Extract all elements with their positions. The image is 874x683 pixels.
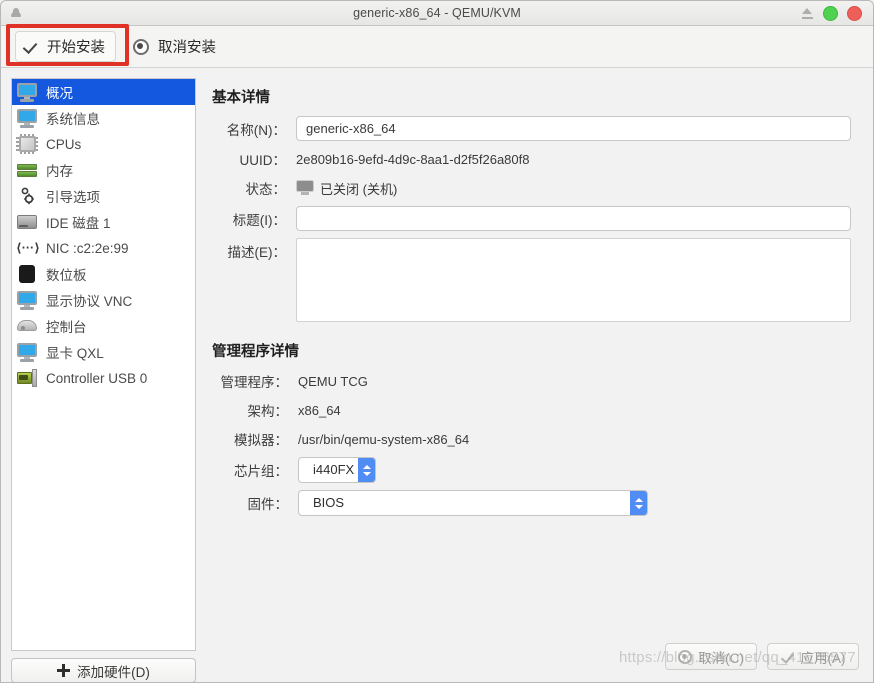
eject-icon[interactable]	[801, 7, 814, 19]
sidebar-item-label: IDE 磁盘 1	[46, 216, 111, 231]
monitor-icon	[16, 290, 38, 310]
dialog-footer: 取消(C) 应用(A)	[1, 639, 873, 682]
window-body: 概况 系统信息 CPUs 内存 引导选项 IDE 磁盘 1 ⟨···⟩ NIC …	[1, 68, 873, 682]
window-title: generic-x86_64 - QEMU/KVM	[353, 6, 521, 20]
sidebar-item-overview[interactable]: 概况	[12, 79, 195, 105]
begin-installation-button[interactable]: 开始安装	[15, 31, 116, 62]
sidebar-item-ide-disk-1[interactable]: IDE 磁盘 1	[12, 209, 195, 235]
sidebar-item-memory[interactable]: 内存	[12, 157, 195, 183]
details-panel: 基本详情 名称(N)： generic-x86_64 UUID： 2e809b1…	[206, 78, 863, 682]
disk-icon	[16, 212, 38, 232]
vm-app-icon	[9, 6, 23, 20]
description-row: 描述(E)：	[212, 238, 851, 322]
chipset-value: i440FX	[313, 462, 355, 477]
name-row: 名称(N)： generic-x86_64	[212, 116, 851, 141]
window-controls	[801, 5, 862, 21]
sidebar-item-label: NIC :c2:2e:99	[46, 240, 129, 256]
hypervisor-details-heading: 管理程序详情	[212, 344, 299, 360]
memory-icon	[16, 160, 38, 180]
gear-icon	[16, 186, 38, 206]
sidebar-item-controller-usb-0[interactable]: Controller USB 0	[12, 365, 195, 391]
sidebar-item-label: 内存	[46, 164, 73, 179]
cancel-installation-label: 取消安装	[158, 40, 216, 56]
architecture-label: 架构：	[247, 404, 289, 419]
cancel-installation-button[interactable]: 取消安装	[126, 31, 227, 62]
uuid-label: UUID：	[239, 153, 287, 168]
emulator-label: 模拟器：	[234, 433, 288, 448]
emulator-value: /usr/bin/qemu-system-x86_64	[298, 431, 470, 447]
tablet-icon	[16, 264, 38, 284]
network-icon: ⟨···⟩	[16, 241, 40, 255]
console-icon	[16, 316, 38, 336]
title-input[interactable]	[296, 206, 851, 231]
sidebar-item-label: 控制台	[46, 320, 87, 335]
check-icon	[22, 39, 38, 55]
monitor-icon	[16, 108, 38, 128]
sidebar-item-display-vnc[interactable]: 显示协议 VNC	[12, 287, 195, 313]
basic-details-heading: 基本详情	[212, 90, 270, 106]
sidebar-item-console[interactable]: 控制台	[12, 313, 195, 339]
begin-installation-label: 开始安装	[47, 40, 105, 56]
apply-button[interactable]: 应用(A)	[767, 643, 859, 670]
sidebar-item-label: 显卡 QXL	[46, 346, 104, 361]
sidebar-item-video-qxl[interactable]: 显卡 QXL	[12, 339, 195, 365]
sidebar-item-label: 引导选项	[46, 190, 100, 205]
state-row: 状态： 已关闭 (关机)	[212, 177, 851, 199]
cancel-button[interactable]: 取消(C)	[665, 643, 757, 670]
close-button[interactable]	[847, 5, 862, 21]
uuid-row: UUID： 2e809b16-9efd-4d9c-8aa1-d2f5f26a80…	[212, 148, 851, 170]
minimize-button[interactable]	[823, 5, 838, 21]
sidebar-item-label: 系统信息	[46, 112, 100, 127]
cancel-label: 取消(C)	[698, 650, 744, 666]
hardware-list[interactable]: 概况 系统信息 CPUs 内存 引导选项 IDE 磁盘 1 ⟨···⟩ NIC …	[11, 78, 196, 651]
stop-icon	[678, 649, 693, 664]
sidebar-item-boot-options[interactable]: 引导选项	[12, 183, 195, 209]
cpu-icon	[16, 134, 38, 154]
chevron-updown-icon[interactable]	[358, 458, 375, 482]
chipset-label: 芯片组：	[234, 464, 288, 479]
sidebar-column: 概况 系统信息 CPUs 内存 引导选项 IDE 磁盘 1 ⟨···⟩ NIC …	[11, 78, 196, 682]
title-row: 标题(I)：	[212, 206, 851, 231]
stop-icon	[133, 38, 149, 55]
sidebar-item-label: 显示协议 VNC	[46, 294, 133, 309]
check-icon	[781, 650, 795, 664]
state-label: 状态：	[245, 182, 287, 197]
main-toolbar: 开始安装 取消安装	[1, 26, 873, 68]
sidebar-item-label: CPUs	[46, 136, 82, 152]
apply-label: 应用(A)	[800, 650, 846, 666]
description-textarea[interactable]	[296, 238, 851, 322]
chipset-row: 芯片组： i440FX	[212, 457, 851, 483]
title-label: 标题(I)：	[232, 212, 286, 228]
firmware-label: 固件：	[247, 497, 289, 512]
hypervisor-label: 管理程序：	[220, 375, 289, 390]
usb-controller-icon	[16, 368, 38, 388]
state-value: 已关闭 (关机)	[320, 181, 398, 197]
sidebar-item-tablet[interactable]: 数位板	[12, 261, 195, 287]
firmware-row: 固件： BIOS	[212, 490, 851, 516]
monitor-icon	[16, 82, 38, 102]
sidebar-item-nic[interactable]: ⟨···⟩ NIC :c2:2e:99	[12, 235, 195, 261]
sidebar-item-os-information[interactable]: 系统信息	[12, 105, 195, 131]
chevron-updown-icon[interactable]	[630, 491, 647, 515]
sidebar-item-label: 数位板	[46, 268, 87, 283]
window-titlebar: generic-x86_64 - QEMU/KVM	[1, 1, 873, 26]
firmware-value: BIOS	[313, 495, 345, 510]
monitor-icon	[16, 342, 38, 362]
emulator-row: 模拟器： /usr/bin/qemu-system-x86_64	[212, 428, 851, 450]
architecture-row: 架构： x86_64	[212, 399, 851, 421]
description-label: 描述(E)：	[227, 245, 287, 260]
hypervisor-row: 管理程序： QEMU TCG	[212, 370, 851, 392]
virt-manager-window: generic-x86_64 - QEMU/KVM 开始安装 取消安装 概况 系…	[0, 0, 874, 683]
uuid-value: 2e809b16-9efd-4d9c-8aa1-d2f5f26a80f8	[296, 151, 530, 167]
architecture-value: x86_64	[298, 402, 341, 418]
sidebar-item-label: Controller USB 0	[46, 370, 148, 386]
chipset-select[interactable]: i440FX	[298, 457, 376, 483]
name-input[interactable]: generic-x86_64	[296, 116, 851, 141]
sidebar-item-cpus[interactable]: CPUs	[12, 131, 195, 157]
shutoff-monitor-icon	[296, 180, 314, 196]
name-label: 名称(N)：	[226, 122, 286, 138]
firmware-select[interactable]: BIOS	[298, 490, 648, 516]
hypervisor-value: QEMU TCG	[298, 373, 368, 389]
sidebar-item-label: 概况	[46, 86, 73, 101]
